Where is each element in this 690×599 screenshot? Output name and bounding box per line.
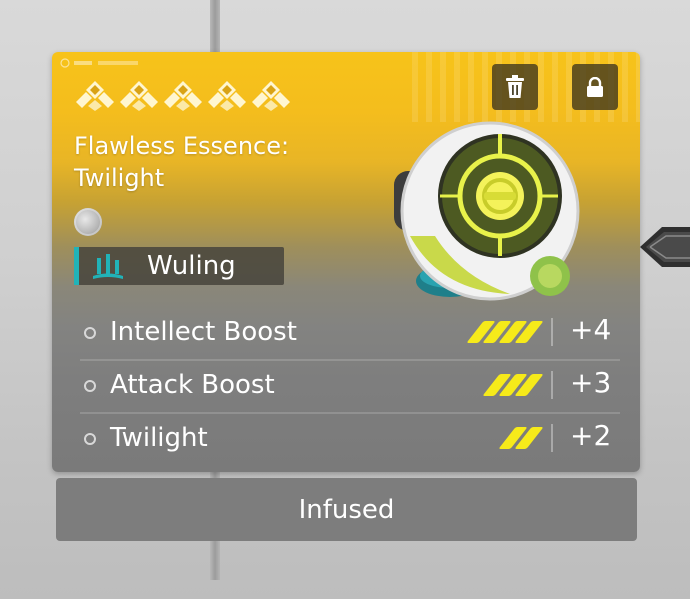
bullet-icon — [84, 433, 96, 445]
lock-button[interactable] — [572, 64, 618, 110]
attribute-row: Attack Boost +3 — [80, 361, 620, 414]
item-title: Flawless Essence: Twilight — [74, 132, 290, 192]
wuling-region-icon — [93, 254, 123, 279]
lock-icon — [587, 77, 603, 97]
bullet-icon — [84, 327, 96, 339]
divider — [551, 424, 553, 452]
attribute-row: Intellect Boost +4 — [80, 308, 620, 361]
attribute-name: Attack Boost — [110, 370, 275, 400]
rarity-star-icon — [76, 81, 114, 111]
rarity-stars — [74, 80, 292, 112]
status-label: Infused — [298, 494, 395, 525]
rarity-star-icon — [164, 81, 202, 111]
region-tag: Wuling — [74, 247, 284, 285]
discard-button[interactable] — [492, 64, 538, 110]
brand-mark-icon — [60, 58, 138, 68]
divider — [551, 318, 553, 346]
attribute-level-pips — [482, 374, 544, 396]
trash-icon — [506, 75, 524, 98]
attribute-row: Twilight +2 — [80, 414, 620, 465]
quality-orb-icon — [74, 208, 102, 236]
essence-orb-image — [394, 121, 580, 301]
attribute-value: +4 — [570, 313, 612, 346]
attribute-name: Intellect Boost — [110, 317, 297, 347]
rarity-star-icon — [252, 81, 290, 111]
attribute-level-pips — [498, 427, 544, 449]
background-arrow-decoration — [640, 227, 690, 267]
attribute-value: +2 — [570, 419, 612, 452]
rarity-star-icon — [208, 81, 246, 111]
region-accent-bar — [74, 247, 79, 285]
attribute-name: Twilight — [110, 423, 208, 453]
infused-status-button[interactable]: Infused — [56, 478, 637, 541]
region-label: Wuling — [147, 251, 236, 281]
rarity-star-icon — [120, 81, 158, 111]
attribute-list: Intellect Boost +4 Attack Boost +3 Twili… — [80, 308, 620, 465]
divider — [551, 371, 553, 399]
item-detail-card: Flawless Essence: Twilight Wuling Intell… — [52, 52, 640, 472]
attribute-level-pips — [466, 321, 544, 343]
attribute-value: +3 — [570, 366, 612, 399]
bullet-icon — [84, 380, 96, 392]
